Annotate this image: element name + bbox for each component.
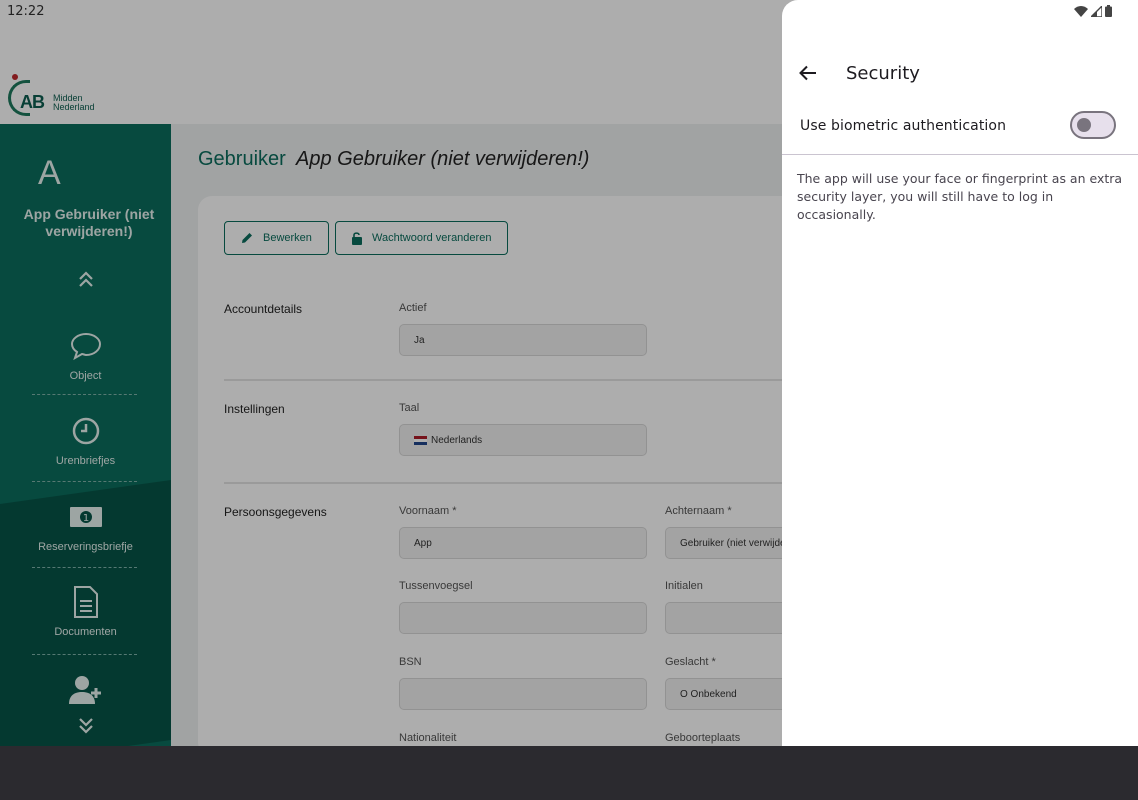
back-arrow-icon <box>799 65 816 81</box>
biometric-setting-row[interactable]: Use biometric authentication <box>782 104 1138 148</box>
screen: 12:22 AB Midden Nederland A App Gebruiker… <box>0 0 1138 746</box>
wifi-icon <box>1074 5 1088 17</box>
panel-title: Security <box>846 63 920 84</box>
biometric-description: The app will use your face or fingerprin… <box>797 171 1123 222</box>
biometric-toggle[interactable] <box>1070 111 1116 139</box>
biometric-label: Use biometric authentication <box>800 118 1007 134</box>
system-status-icons <box>1074 5 1112 17</box>
panel-divider <box>782 154 1138 155</box>
toggle-thumb <box>1077 118 1091 132</box>
security-panel: Security Use biometric authentication Th… <box>782 0 1138 746</box>
battery-icon <box>1105 5 1112 17</box>
system-navigation-bar <box>0 746 1138 800</box>
back-button[interactable] <box>796 61 820 85</box>
signal-icon <box>1091 5 1102 17</box>
